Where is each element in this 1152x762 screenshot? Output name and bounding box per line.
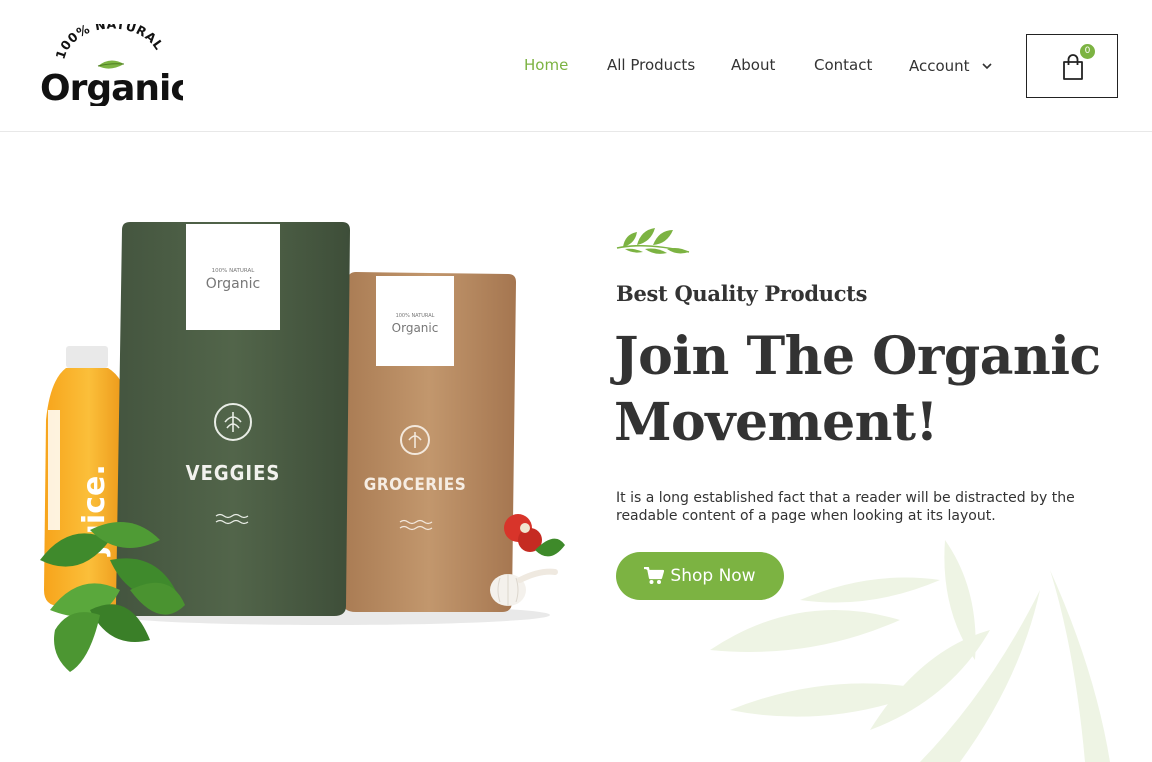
nav-contact[interactable]: Contact: [814, 56, 872, 74]
leaf-branch-icon: [615, 222, 693, 260]
nav-account-label: Account: [909, 57, 970, 75]
site-logo[interactable]: 100% NATURAL Organic: [38, 24, 183, 106]
nav-account[interactable]: Account: [909, 56, 992, 75]
nav-all-products[interactable]: All Products: [607, 56, 695, 74]
chevron-down-icon: [982, 56, 992, 74]
cart-icon: [644, 567, 665, 585]
shopping-bag-icon: [1061, 53, 1085, 85]
shop-now-label: Shop Now: [670, 566, 756, 586]
bag-2-brand-top: 100% NATURAL: [396, 313, 435, 319]
site-header: 100% NATURAL Organic Home All Products A…: [0, 0, 1152, 132]
nav-home[interactable]: Home: [524, 56, 568, 74]
bag-1-brand: Organic: [206, 276, 260, 292]
bag-1-label: VEGGIES: [186, 461, 281, 485]
hero-title: Join The Organic Movement!: [614, 326, 1101, 453]
cart-button[interactable]: 0: [1026, 34, 1118, 98]
shop-now-button[interactable]: Shop Now: [616, 552, 784, 600]
nav-about[interactable]: About: [731, 56, 775, 74]
logo-arc-text: 100% NATURAL: [53, 24, 167, 61]
cart-count-badge: 0: [1080, 44, 1095, 59]
hero-subtitle: Best Quality Products: [616, 281, 868, 306]
hero-product-image: 100% NATURAL Organic GROCERIES juice. 10…: [30, 210, 580, 680]
svg-text:100% NATURAL: 100% NATURAL: [53, 24, 167, 61]
hero-description: It is a long established fact that a rea…: [616, 490, 1075, 524]
bag-2-brand: Organic: [392, 321, 439, 335]
bag-2-label: GROCERIES: [364, 475, 466, 495]
logo-wordmark: Organic: [40, 68, 183, 106]
bag-1-brand-top: 100% NATURAL: [212, 268, 256, 274]
